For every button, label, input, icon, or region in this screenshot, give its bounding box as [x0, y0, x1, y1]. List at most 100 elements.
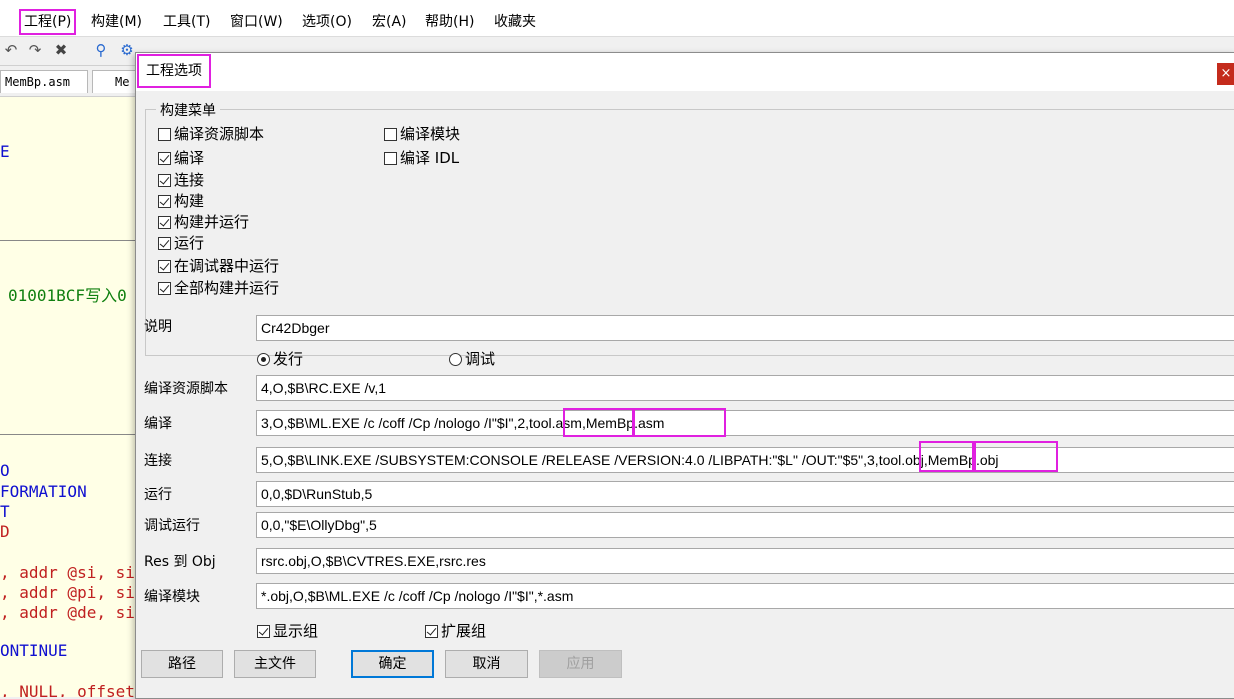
res-to-obj-input[interactable]: rsrc.obj,O,$B\CVTRES.EXE,rsrc.res — [256, 548, 1234, 574]
check-compile[interactable]: 编译 — [158, 148, 204, 168]
redo-icon[interactable]: ↷ — [26, 41, 44, 59]
check-label: 连接 — [174, 171, 205, 189]
code-line: , NULL, offset — [0, 682, 135, 697]
field-label-res-to-obj: Res 到 Obj — [144, 554, 216, 570]
editor-separator — [0, 434, 140, 435]
code-line: , addr @pi, si — [0, 583, 135, 602]
highlight-membp-asm — [633, 408, 726, 437]
checkbox-checked-icon — [257, 625, 270, 638]
menu-project[interactable]: 工程(P) — [18, 9, 77, 35]
checkbox-checked-icon — [158, 174, 171, 187]
file-tab-membp[interactable]: MemBp.asm — [0, 70, 88, 93]
menu-options[interactable]: 选项(O) — [299, 11, 355, 33]
code-line: T — [0, 502, 10, 521]
check-label: 扩展组 — [441, 622, 487, 640]
checkbox-checked-icon — [425, 625, 438, 638]
code-line: , addr @si, si — [0, 563, 135, 582]
link-input[interactable]: 5,O,$B\LINK.EXE /SUBSYSTEM:CONSOLE /RELE… — [256, 447, 1234, 473]
window-title-bar — [0, 0, 1234, 8]
radio-debug[interactable]: 调试 — [449, 349, 495, 369]
menu-tools[interactable]: 工具(T) — [160, 11, 213, 33]
code-line: O — [0, 461, 10, 480]
check-label: 显示组 — [273, 622, 319, 640]
dialog-title: 工程选项 — [137, 54, 211, 88]
check-label: 全部构建并运行 — [174, 279, 280, 297]
description-input[interactable]: Cr42Dbger — [256, 315, 1234, 341]
path-button[interactable]: 路径 — [141, 650, 223, 678]
radio-label: 调试 — [465, 350, 496, 368]
build-menu-group-title: 构建菜单 — [156, 100, 220, 120]
replace-icon[interactable]: ⚙ — [118, 41, 136, 59]
check-expand-group[interactable]: 扩展组 — [425, 621, 486, 641]
check-build-and-run[interactable]: 构建并运行 — [158, 212, 249, 232]
check-label: 构建并运行 — [174, 213, 250, 231]
menu-help[interactable]: 帮助(H) — [422, 11, 477, 33]
run-input[interactable]: 0,0,$D\RunStub,5 — [256, 481, 1234, 507]
checkbox-checked-icon — [158, 237, 171, 250]
check-show-group[interactable]: 显示组 — [257, 621, 318, 641]
check-build-all-and-run[interactable]: 全部构建并运行 — [158, 278, 279, 298]
check-run[interactable]: 运行 — [158, 233, 204, 253]
check-compile-resource[interactable]: 编译资源脚本 — [158, 124, 264, 144]
file-tab-second-label: Me — [115, 75, 130, 89]
delete-icon[interactable]: ✖ — [52, 41, 70, 59]
find-icon[interactable]: ⚲ — [92, 41, 110, 59]
code-line: D — [0, 522, 10, 541]
checkbox-icon — [384, 128, 397, 141]
menu-build[interactable]: 构建(M) — [88, 11, 145, 33]
menu-macro[interactable]: 宏(A) — [369, 11, 410, 33]
field-label-link: 连接 — [144, 453, 172, 469]
description-label: 说明 — [144, 319, 172, 335]
check-label: 在调试器中运行 — [174, 257, 280, 275]
check-label: 编译 — [174, 149, 205, 167]
menu-favorites[interactable]: 收藏夹 — [491, 11, 539, 33]
code-line: E — [0, 142, 10, 161]
undo-icon[interactable]: ↶ — [2, 41, 20, 59]
field-label-compile-module: 编译模块 — [144, 589, 200, 605]
check-label: 编译模块 — [400, 125, 461, 143]
debug-run-input[interactable]: 0,0,"$E\OllyDbg",5 — [256, 512, 1234, 538]
checkbox-checked-icon — [158, 152, 171, 165]
highlight-tool-asm — [563, 408, 634, 437]
code-line: 01001BCF写入0 — [8, 286, 127, 305]
highlight-membp-obj — [974, 441, 1058, 472]
code-line: , addr @de, si — [0, 603, 135, 622]
check-link[interactable]: 连接 — [158, 170, 204, 190]
compile-resource-input[interactable]: 4,O,$B\RC.EXE /v,1 — [256, 375, 1234, 401]
checkbox-checked-icon — [158, 216, 171, 229]
check-label: 构建 — [174, 192, 205, 210]
close-icon[interactable]: × — [1217, 63, 1234, 85]
compile-module-input[interactable]: *.obj,O,$B\ML.EXE /c /coff /Cp /nologo /… — [256, 583, 1234, 609]
code-line: FORMATION — [0, 482, 87, 501]
main-file-button[interactable]: 主文件 — [234, 650, 316, 678]
checkbox-checked-icon — [158, 260, 171, 273]
checkbox-checked-icon — [158, 282, 171, 295]
field-label-debug-run: 调试运行 — [144, 518, 200, 534]
field-label-run: 运行 — [144, 487, 172, 503]
radio-release[interactable]: 发行 — [257, 349, 303, 369]
check-label: 编译资源脚本 — [174, 125, 265, 143]
check-label: 运行 — [174, 234, 205, 252]
code-editor[interactable]: E 01001BCF写入0 O FORMATION T D , addr @si… — [0, 97, 140, 697]
compile-input[interactable]: 3,O,$B\ML.EXE /c /coff /Cp /nologo /I"$I… — [256, 410, 1234, 436]
checkbox-checked-icon — [158, 195, 171, 208]
ok-button[interactable]: 确定 — [351, 650, 434, 678]
apply-button[interactable]: 应用 — [539, 650, 622, 678]
cancel-button[interactable]: 取消 — [445, 650, 528, 678]
menu-window[interactable]: 窗口(W) — [227, 11, 286, 33]
code-line: ONTINUE — [0, 641, 68, 660]
field-label-compile-resource: 编译资源脚本 — [144, 381, 228, 397]
editor-separator — [0, 240, 140, 241]
check-run-in-debugger[interactable]: 在调试器中运行 — [158, 256, 279, 276]
radio-selected-icon — [257, 353, 270, 366]
check-compile-idl[interactable]: 编译 IDL — [384, 148, 459, 168]
checkbox-icon — [158, 128, 171, 141]
check-compile-module[interactable]: 编译模块 — [384, 124, 460, 144]
radio-label: 发行 — [273, 350, 304, 368]
radio-icon — [449, 353, 462, 366]
check-build[interactable]: 构建 — [158, 191, 204, 211]
checkbox-icon — [384, 152, 397, 165]
project-options-dialog: 工程选项 × 构建菜单 编译资源脚本 编译 连接 构建 构建并运行 运行 在调试… — [135, 52, 1234, 699]
dialog-title-bar: 工程选项 × — [136, 53, 1234, 91]
check-label: 编译 IDL — [400, 149, 460, 167]
